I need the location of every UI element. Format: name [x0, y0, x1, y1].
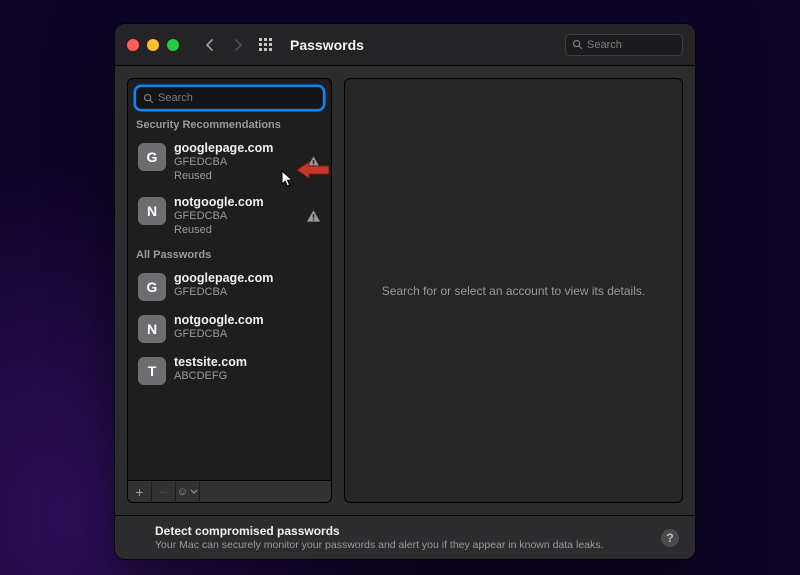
more-options-icon: ☺︎: [177, 486, 188, 498]
site-avatar: N: [138, 197, 166, 225]
password-row[interactable]: G googlepage.com GFEDCBA Reused: [134, 135, 325, 189]
username: GFEDCBA: [174, 286, 321, 299]
section-header-security: Security Recommendations: [136, 119, 323, 131]
password-row[interactable]: T testsite.com ABCDEFG: [134, 349, 325, 391]
username: ABCDEFG: [174, 370, 321, 383]
traffic-lights: [127, 39, 179, 51]
passwords-window: Passwords Search Search Security Recomme…: [115, 24, 695, 559]
sidebar-search-field[interactable]: Search: [136, 87, 323, 109]
site-name: notgoogle.com: [174, 313, 321, 327]
help-button[interactable]: ?: [661, 529, 679, 547]
toolbar-search-field[interactable]: Search: [565, 34, 683, 56]
site-name: googlepage.com: [174, 271, 321, 285]
password-list-panel: Search Security Recommendations G google…: [127, 78, 332, 503]
site-avatar: G: [138, 143, 166, 171]
section-header-all: All Passwords: [136, 249, 323, 261]
show-all-prefs-icon[interactable]: [259, 38, 272, 51]
site-avatar: N: [138, 315, 166, 343]
username: GFEDCBA: [174, 328, 321, 341]
search-icon: [572, 39, 583, 50]
content-area: Search Security Recommendations G google…: [115, 66, 695, 515]
titlebar: Passwords Search: [115, 24, 695, 66]
chevron-down-icon: [190, 489, 198, 495]
zoom-window-button[interactable]: [167, 39, 179, 51]
password-row[interactable]: G googlepage.com GFEDCBA: [134, 265, 325, 307]
detail-pane: Search for or select an account to view …: [344, 78, 683, 503]
footer-subtitle: Your Mac can securely monitor your passw…: [155, 539, 603, 551]
window-title: Passwords: [290, 37, 364, 53]
site-name: notgoogle.com: [174, 195, 321, 209]
empty-state-message: Search for or select an account to view …: [362, 284, 665, 298]
footer-title: Detect compromised passwords: [155, 524, 603, 538]
toolbar-search-placeholder: Search: [587, 39, 622, 51]
site-avatar: G: [138, 273, 166, 301]
sidebar-bottom-toolbar: + − ☺︎: [128, 480, 331, 502]
warning-icon: [306, 209, 321, 223]
search-icon: [143, 93, 154, 104]
reused-tag: Reused: [174, 224, 321, 237]
minimize-window-button[interactable]: [147, 39, 159, 51]
footer-strip: Detect compromised passwords Your Mac ca…: [115, 515, 695, 559]
more-options-button[interactable]: ☺︎: [176, 481, 200, 503]
close-window-button[interactable]: [127, 39, 139, 51]
remove-password-button[interactable]: −: [152, 481, 176, 503]
warning-icon: [306, 155, 321, 169]
password-row[interactable]: N notgoogle.com GFEDCBA: [134, 307, 325, 349]
site-name: googlepage.com: [174, 141, 321, 155]
site-avatar: T: [138, 357, 166, 385]
username: GFEDCBA: [174, 156, 321, 169]
add-password-button[interactable]: +: [128, 481, 152, 503]
username: GFEDCBA: [174, 210, 321, 223]
reused-tag: Reused: [174, 170, 321, 183]
password-list-scroll[interactable]: Search Security Recommendations G google…: [128, 79, 331, 480]
sidebar-search-placeholder: Search: [158, 92, 193, 104]
nav-forward-button[interactable]: [227, 33, 249, 57]
password-row[interactable]: N notgoogle.com GFEDCBA Reused: [134, 189, 325, 243]
site-name: testsite.com: [174, 355, 321, 369]
nav-back-button[interactable]: [199, 33, 221, 57]
